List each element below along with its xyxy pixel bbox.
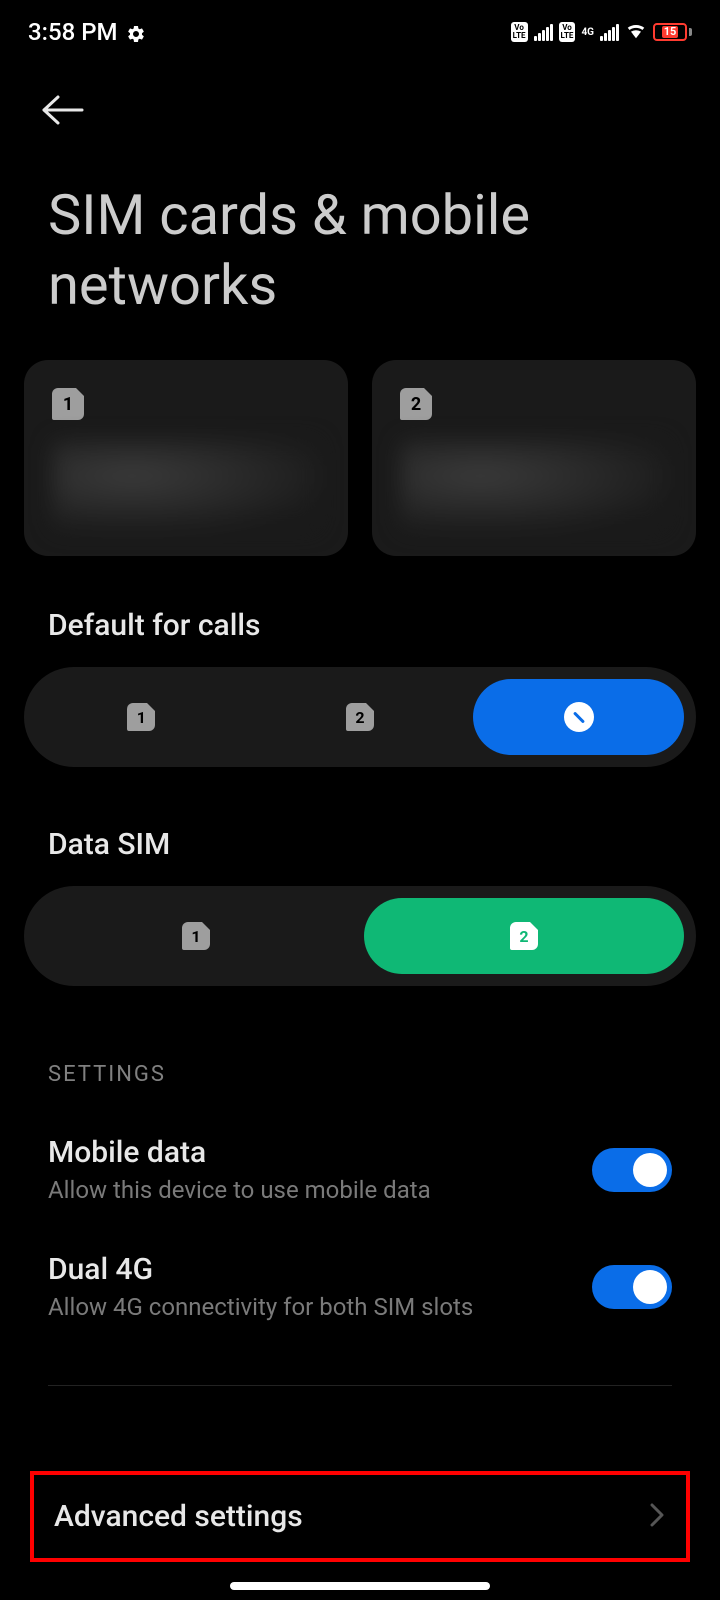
data-sim-option-sim2[interactable]: 2: [364, 898, 684, 974]
status-time: 3:58 PM: [28, 18, 118, 46]
sim-chip-icon: 2: [510, 922, 538, 950]
volte-badge-2: VoLTE: [559, 22, 576, 42]
signal-icon-1: [534, 23, 553, 41]
mobile-data-subtitle: Allow this device to use mobile data: [48, 1176, 431, 1204]
advanced-settings-highlight: Advanced settings: [30, 1471, 690, 1562]
dual-4g-row[interactable]: Dual 4G Allow 4G connectivity for both S…: [0, 1228, 720, 1345]
sim-card-2[interactable]: 2: [372, 360, 696, 556]
sim-1-redacted-info: [52, 440, 320, 530]
network-type-label: 4G: [581, 28, 594, 37]
data-sim-option-sim1[interactable]: 1: [36, 898, 356, 974]
dual-4g-title: Dual 4G: [48, 1252, 473, 1287]
sim-chip-icon: 1: [127, 703, 155, 731]
home-indicator[interactable]: [230, 1582, 490, 1590]
dual-4g-subtitle: Allow 4G connectivity for both SIM slots: [48, 1293, 473, 1321]
advanced-settings-label: Advanced settings: [54, 1499, 303, 1534]
page-title: SIM cards & mobile networks: [0, 150, 720, 360]
back-button[interactable]: [40, 90, 96, 130]
mobile-data-title: Mobile data: [48, 1135, 431, 1170]
sim-chip-icon-2: 2: [400, 388, 432, 420]
settings-section-header: SETTINGS: [0, 986, 720, 1111]
status-bar: 3:58 PM VoLTE VoLTE 4G 15: [0, 0, 720, 60]
no-default-icon: [564, 702, 594, 732]
status-right: VoLTE VoLTE 4G 15: [511, 19, 692, 45]
divider: [48, 1385, 672, 1386]
sim-card-1[interactable]: 1: [24, 360, 348, 556]
sim-chip-icon-1: 1: [52, 388, 84, 420]
gear-icon: [126, 22, 146, 42]
mobile-data-row[interactable]: Mobile data Allow this device to use mob…: [0, 1111, 720, 1228]
advanced-settings-row[interactable]: Advanced settings: [34, 1477, 686, 1556]
default-calls-option-sim1[interactable]: 1: [36, 679, 247, 755]
status-left: 3:58 PM: [28, 18, 146, 46]
battery-indicator: 15: [653, 23, 692, 41]
sim-chip-icon: 2: [346, 703, 374, 731]
sim-2-redacted-info: [400, 440, 668, 530]
data-sim-label: Data SIM: [0, 767, 720, 886]
volte-badge-1: VoLTE: [511, 22, 528, 42]
chevron-right-icon: [648, 1501, 666, 1533]
default-calls-option-sim2[interactable]: 2: [255, 679, 466, 755]
default-calls-segmented: 1 2: [24, 667, 696, 767]
dual-4g-toggle[interactable]: [592, 1265, 672, 1309]
mobile-data-toggle[interactable]: [592, 1148, 672, 1192]
wifi-icon: [625, 19, 647, 45]
battery-percent: 15: [662, 26, 679, 38]
sim-chip-icon: 1: [182, 922, 210, 950]
sim-cards-row: 1 2: [0, 360, 720, 556]
default-calls-label: Default for calls: [0, 556, 720, 667]
default-calls-option-none[interactable]: [473, 679, 684, 755]
data-sim-segmented: 1 2: [24, 886, 696, 986]
signal-icon-2: [600, 23, 619, 41]
